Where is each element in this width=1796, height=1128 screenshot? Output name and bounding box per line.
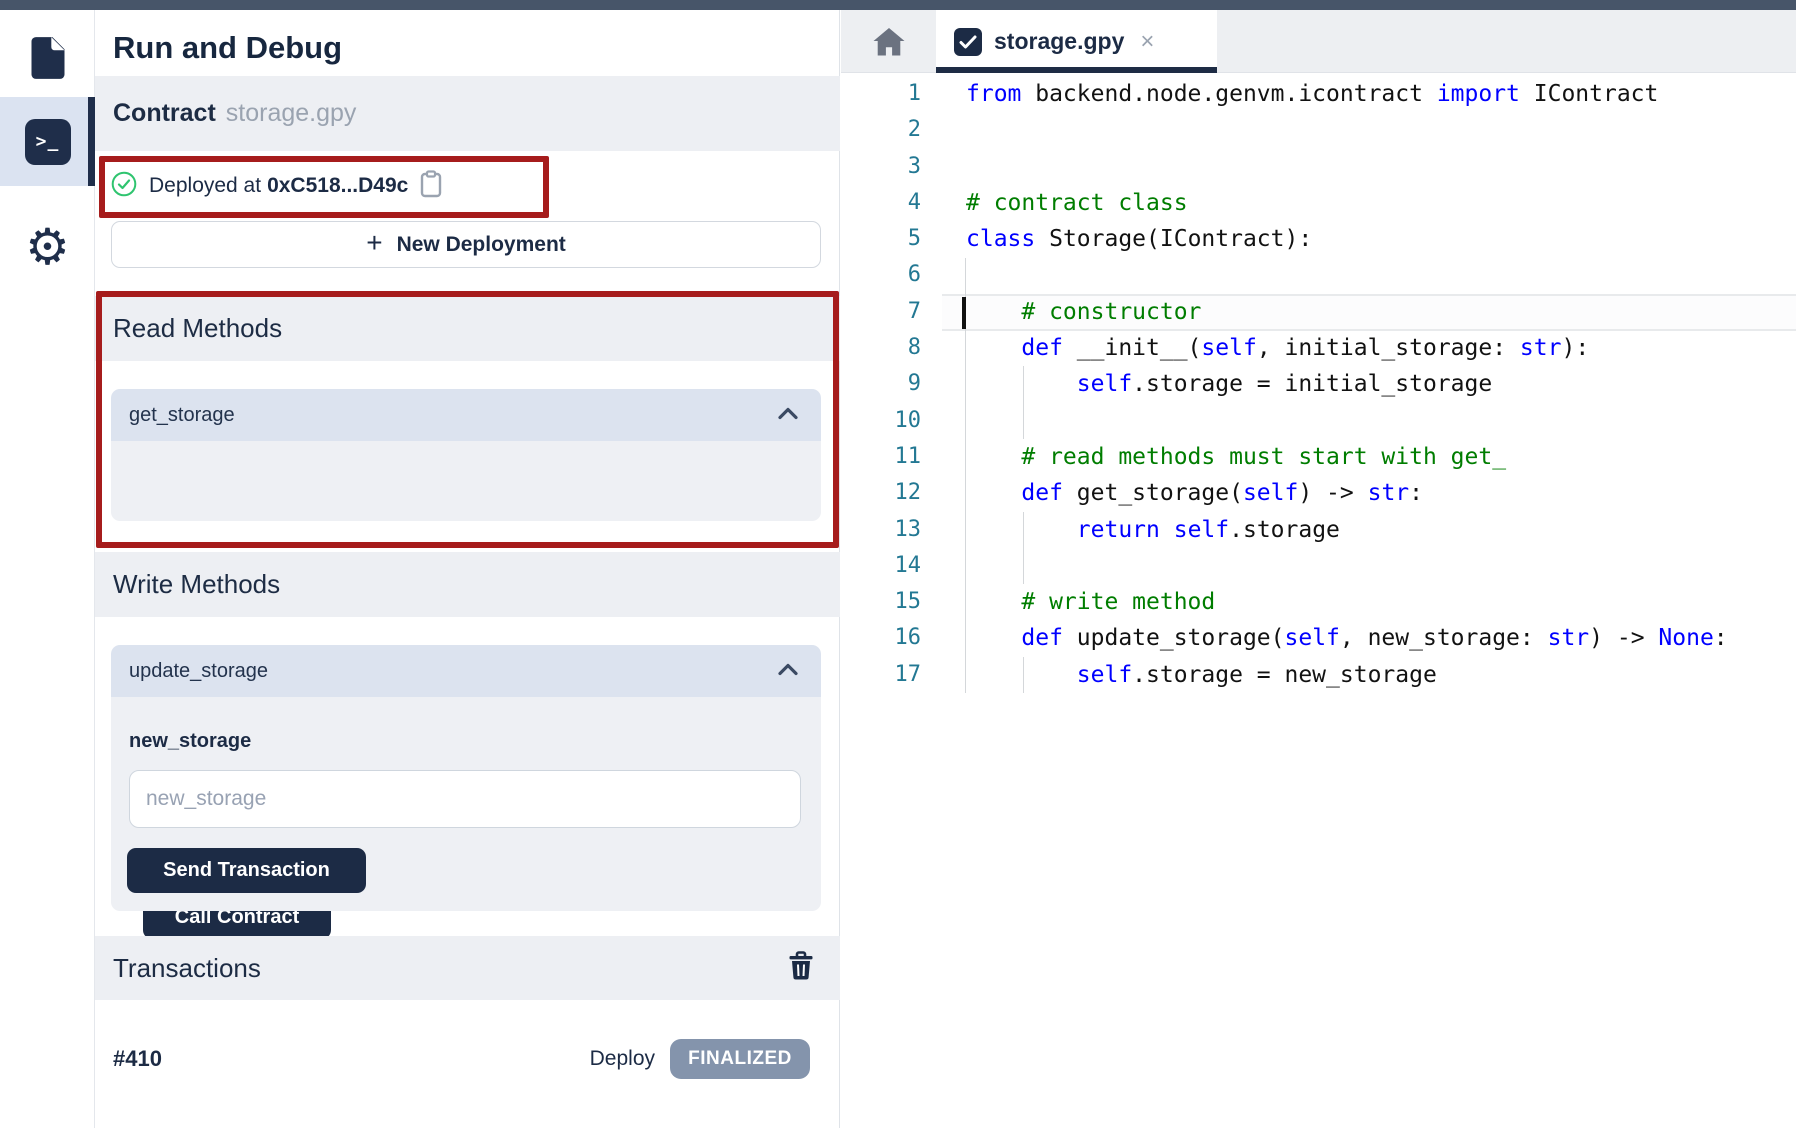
code-editor-pane: storage.gpy × 1234567891011121314151617 … — [841, 10, 1796, 1128]
document-icon — [28, 36, 68, 85]
transaction-type: Deploy — [555, 1047, 655, 1071]
contract-address: 0xC518...D49c — [267, 174, 408, 198]
run-and-debug-panel: Run and Debug Contract storage.gpy Deplo… — [95, 10, 840, 1128]
code-lines: from backend.node.genvm.icontract import… — [966, 76, 1728, 693]
method-name: get_storage — [129, 404, 235, 427]
chevron-up-icon — [777, 406, 799, 425]
chevron-up-icon — [777, 662, 799, 681]
sidebar-item-settings[interactable]: ⚙ — [0, 215, 95, 279]
line-numbers: 1234567891011121314151617 — [841, 76, 921, 693]
transactions-header: Transactions — [95, 936, 840, 1000]
read-methods-header: Read Methods — [95, 296, 840, 361]
code-editor[interactable]: 1234567891011121314151617 from backend.n… — [841, 73, 1796, 1128]
contract-filename: storage.gpy — [226, 99, 357, 128]
terminal-icon: >_ — [25, 119, 71, 165]
sidebar-item-files[interactable] — [0, 28, 95, 92]
transactions-title: Transactions — [113, 953, 261, 984]
plus-icon: + — [366, 227, 382, 259]
page-title: Run and Debug — [113, 30, 342, 66]
gear-icon: ⚙ — [25, 222, 70, 272]
method-accordion-update-storage[interactable]: update_storage — [111, 645, 821, 697]
home-tab-button[interactable] — [841, 10, 936, 73]
read-methods-title: Read Methods — [113, 313, 282, 344]
top-bar — [0, 0, 1796, 10]
transaction-row[interactable]: #410 Deploy FINALIZED — [95, 1024, 840, 1094]
file-check-icon — [954, 28, 982, 56]
sidebar-item-terminal[interactable]: >_ — [0, 97, 95, 186]
transaction-status-badge: FINALIZED — [670, 1039, 810, 1079]
text-cursor — [962, 297, 966, 329]
write-methods-title: Write Methods — [113, 569, 280, 600]
accordion-body: Call Contract — [111, 441, 821, 521]
param-input[interactable] — [129, 770, 801, 828]
editor-tab[interactable]: storage.gpy × — [936, 10, 1217, 73]
write-methods-header: Write Methods — [95, 552, 840, 617]
success-check-icon — [111, 171, 137, 202]
param-label: new_storage — [129, 730, 251, 753]
deployed-status: Deployed at 0xC518...D49c — [111, 174, 444, 198]
method-name: update_storage — [129, 660, 268, 683]
home-icon — [872, 27, 906, 57]
new-deployment-button[interactable]: + New Deployment — [111, 221, 821, 268]
new-deployment-label: New Deployment — [397, 233, 566, 257]
tab-close-button[interactable]: × — [1140, 30, 1154, 54]
icon-rail: >_ ⚙ — [0, 10, 95, 1128]
trash-icon — [788, 951, 814, 981]
clipboard-icon — [418, 170, 444, 198]
contract-header: Contract storage.gpy — [95, 76, 840, 151]
editor-tab-bar: storage.gpy × — [841, 10, 1796, 73]
deployed-text: Deployed at — [149, 174, 261, 198]
contract-label: Contract — [113, 99, 216, 128]
method-accordion-get-storage[interactable]: get_storage — [111, 389, 821, 441]
transaction-id: #410 — [113, 1046, 162, 1072]
clear-transactions-button[interactable] — [788, 951, 814, 986]
active-indicator — [88, 97, 95, 186]
tab-label: storage.gpy — [994, 28, 1124, 55]
copy-address-button[interactable] — [418, 170, 444, 203]
send-transaction-button[interactable]: Send Transaction — [127, 848, 366, 893]
